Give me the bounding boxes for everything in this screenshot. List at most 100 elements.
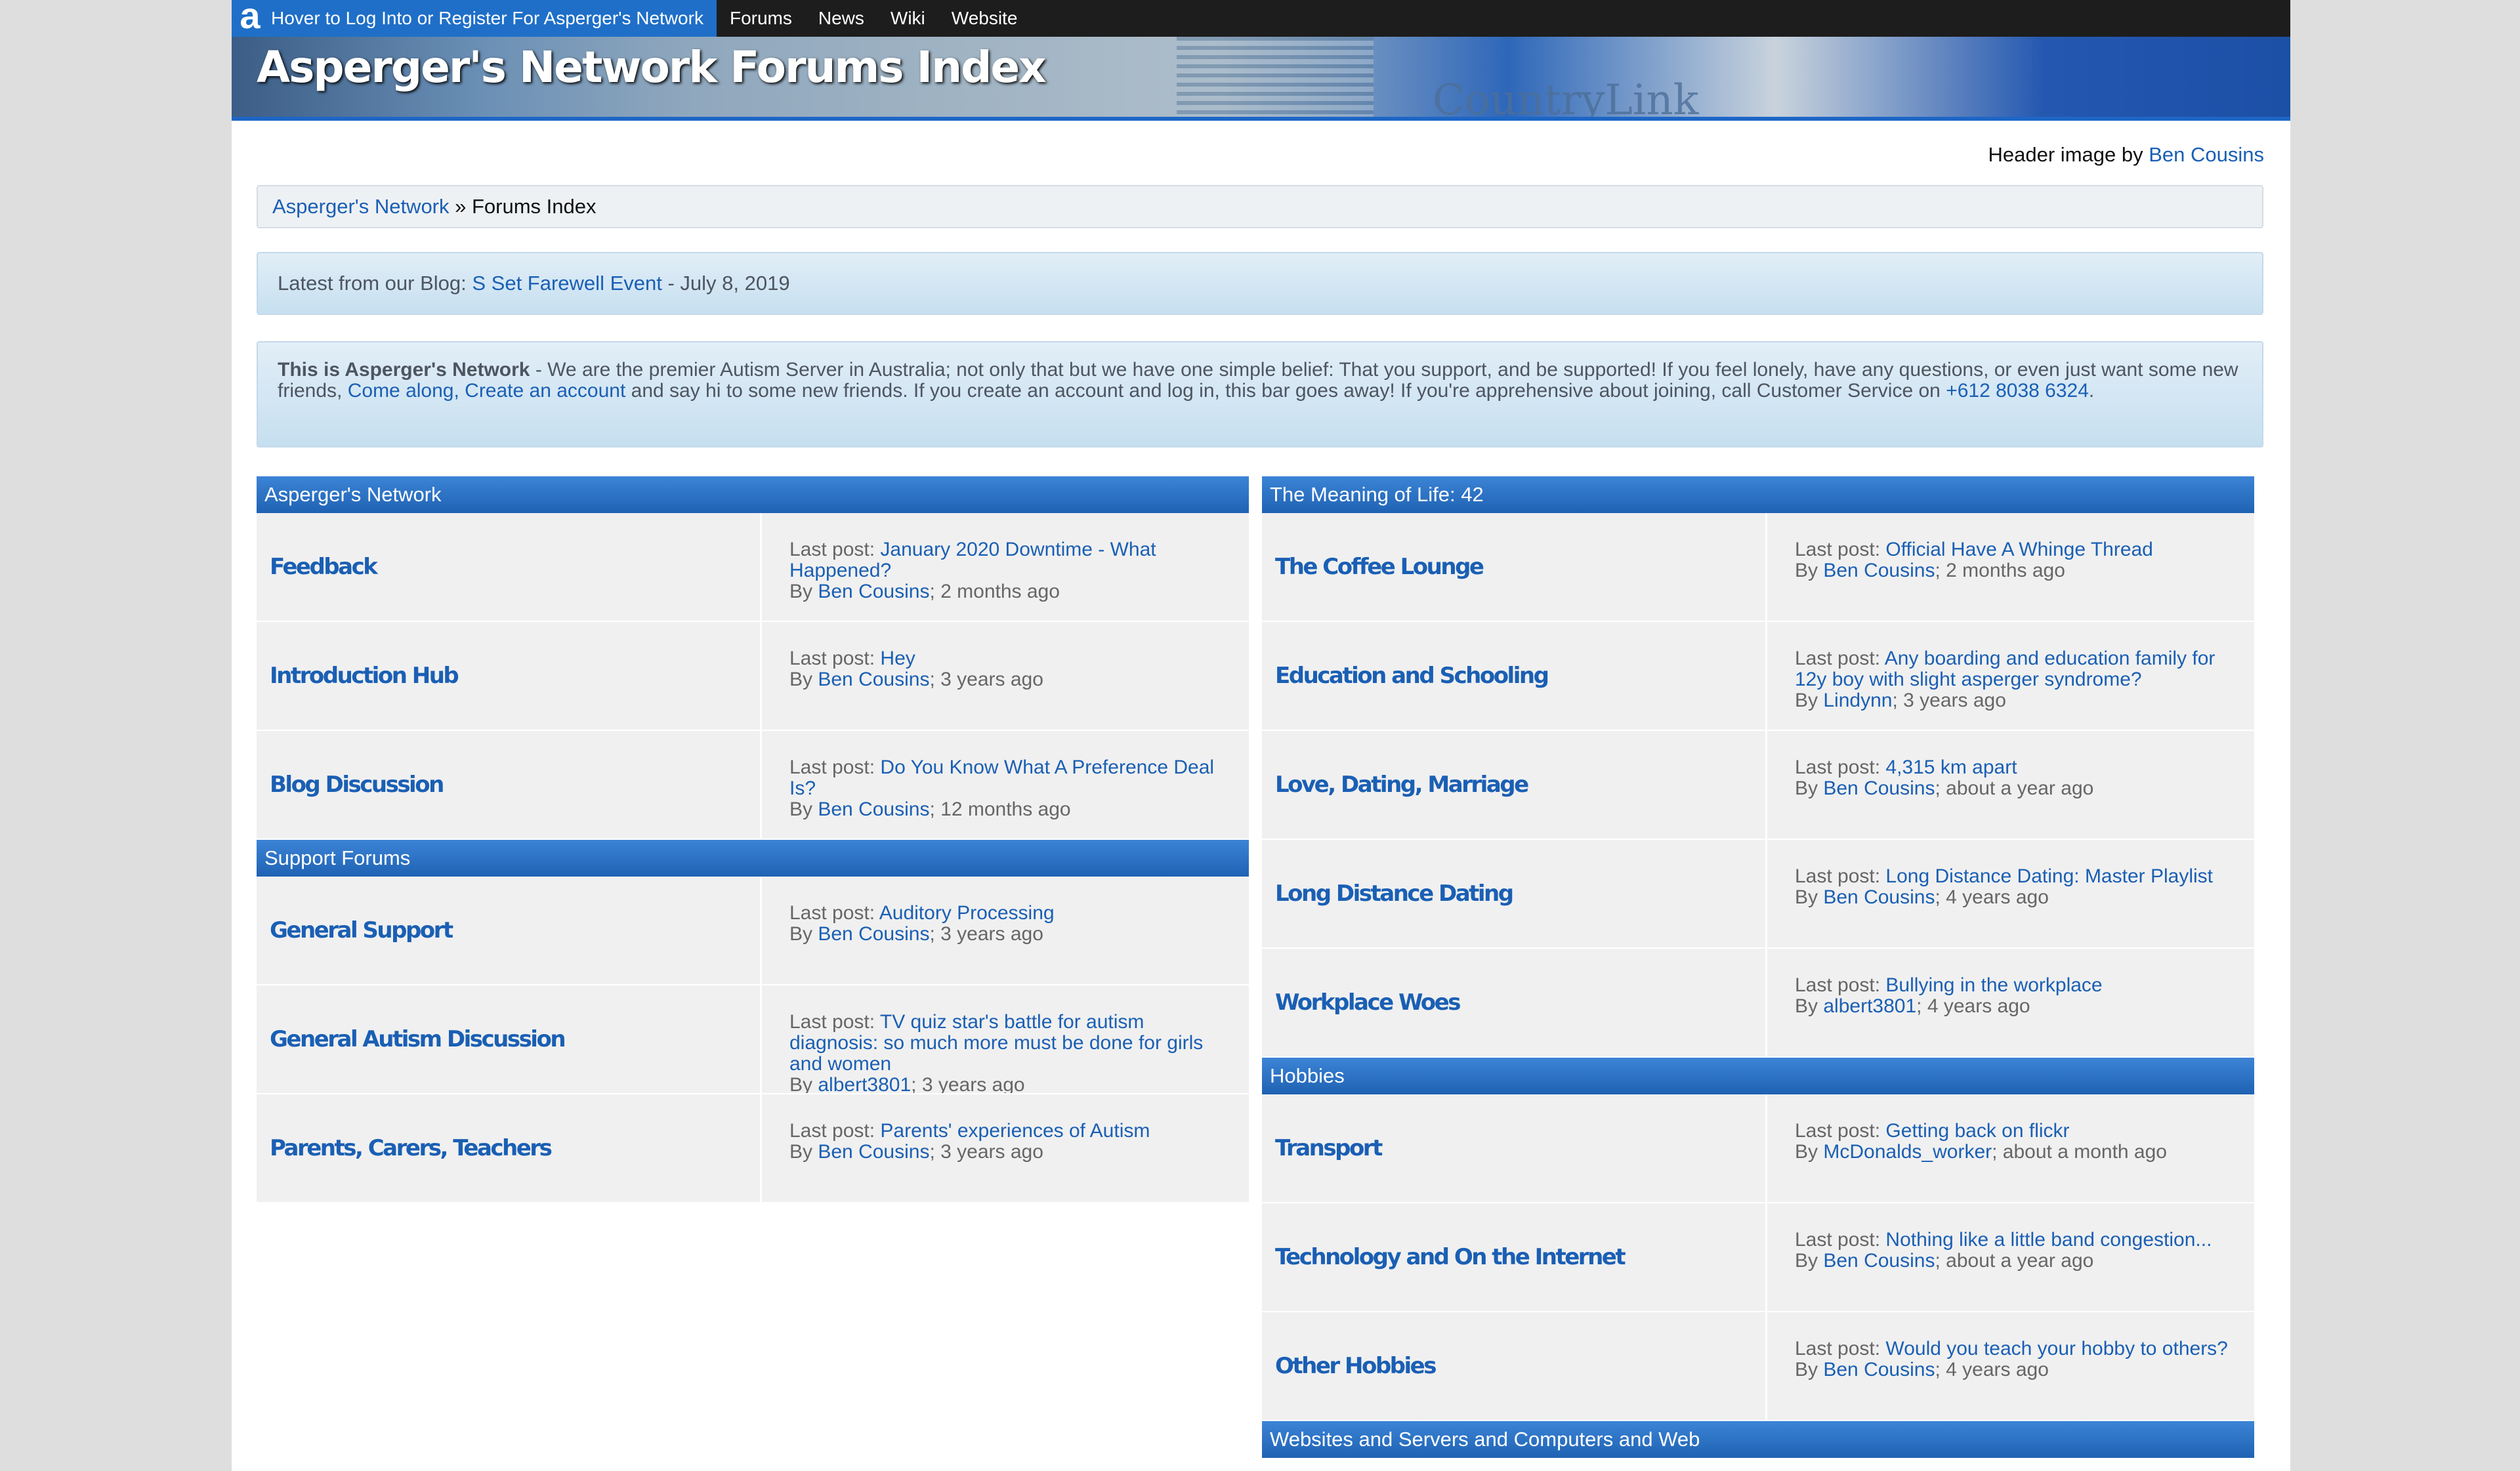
last-post-by-label: By <box>1795 777 1824 799</box>
last-post-label: Last post: <box>789 1120 881 1142</box>
last-post-info: Last post: TV quiz star's battle for aut… <box>762 985 1249 1093</box>
last-post-time: ; 3 years ago <box>1892 690 2006 711</box>
last-post-link[interactable]: Getting back on flickr <box>1885 1120 2069 1142</box>
forum-link-other-hobbies[interactable]: Other Hobbies <box>1262 1312 1767 1420</box>
last-post-info: Last post: January 2020 Downtime - What … <box>762 513 1249 621</box>
last-post-author-link[interactable]: Ben Cousins <box>1823 1359 1935 1380</box>
nav-news-link[interactable]: News <box>805 8 877 29</box>
forum-link-general-autism-discussion[interactable]: General Autism Discussion <box>257 985 762 1093</box>
breadcrumb-home-link[interactable]: Asperger's Network <box>272 195 450 218</box>
section-header-websites-and-servers-and-computers-and-web[interactable]: Websites and Servers and Computers and W… <box>1262 1421 2254 1458</box>
forum-link-love-dating-marriage[interactable]: Love, Dating, Marriage <box>1262 731 1767 839</box>
forum-link-general-support[interactable]: General Support <box>257 877 762 984</box>
forum-row: Workplace Woes Last post: Bullying in the… <box>1262 949 2254 1058</box>
last-post-link[interactable]: Long Distance Dating: Master Playlist <box>1885 865 2213 887</box>
last-post-by-label: By <box>789 1141 818 1163</box>
last-post-link[interactable]: Official Have A Whinge Thread <box>1885 539 2152 560</box>
forum-link-parents-carers-teachers[interactable]: Parents, Carers, Teachers <box>257 1094 762 1202</box>
last-post-label: Last post: <box>789 539 881 560</box>
last-post-label: Last post: <box>1795 974 1886 996</box>
nav-wiki-link[interactable]: Wiki <box>877 8 938 29</box>
forum-link-blog-discussion[interactable]: Blog Discussion <box>257 731 762 839</box>
last-post-author-link[interactable]: Ben Cousins <box>818 669 929 690</box>
last-post-time: ; 4 years ago <box>1935 1359 2049 1380</box>
last-post-link[interactable]: Auditory Processing <box>879 902 1055 924</box>
last-post-time: ; 3 years ago <box>929 923 1043 945</box>
header-banner: CountryLink Asperger's Network Forums In… <box>232 37 2290 121</box>
last-post-by-label: By <box>789 923 818 945</box>
last-post-label: Last post: <box>789 1011 880 1033</box>
forum-row: Parents, Carers, Teachers Last post: Pare… <box>257 1094 1249 1203</box>
last-post-author-link[interactable]: Ben Cousins <box>818 798 929 820</box>
forum-link-long-distance-dating[interactable]: Long Distance Dating <box>1262 840 1767 947</box>
nav-forums-link[interactable]: Forums <box>717 8 805 29</box>
section-header-the-meaning-of-life-42[interactable]: The Meaning of Life: 42 <box>1262 476 2254 513</box>
last-post-author-link[interactable]: Ben Cousins <box>1823 560 1935 581</box>
welcome-title: This is Asperger's Network <box>278 359 530 381</box>
last-post-info: Last post: 4,315 km apart By Ben Cousins;… <box>1767 731 2254 839</box>
last-post-info: Last post: Getting back on flickr By McDo… <box>1767 1094 2254 1202</box>
last-post-link[interactable]: Nothing like a little band congestion... <box>1885 1229 2212 1251</box>
last-post-time: ; 3 years ago <box>911 1074 1025 1094</box>
forum-link-transport[interactable]: Transport <box>1262 1094 1767 1202</box>
blog-post-link[interactable]: S Set Farewell Event <box>472 272 662 295</box>
last-post-label: Last post: <box>789 756 881 778</box>
last-post-link[interactable]: Parents' experiences of Autism <box>880 1120 1150 1142</box>
last-post-author-link[interactable]: Ben Cousins <box>1823 777 1935 799</box>
last-post-author-link[interactable]: Ben Cousins <box>1823 1250 1935 1272</box>
last-post-info: Last post: Bullying in the workplace By a… <box>1767 949 2254 1056</box>
last-post-time: ; 12 months ago <box>929 798 1071 820</box>
last-post-author-link[interactable]: Ben Cousins <box>818 923 929 945</box>
last-post-time: ; 3 years ago <box>929 669 1043 690</box>
forum-row: Technology and On the Internet Last post:… <box>1262 1203 2254 1312</box>
last-post-author-link[interactable]: albert3801 <box>1823 995 1916 1017</box>
blog-notice: Latest from our Blog: S Set Farewell Eve… <box>257 252 2263 315</box>
banner-image-detail <box>1177 37 1374 121</box>
last-post-link[interactable]: Bullying in the workplace <box>1885 974 2102 996</box>
header-credit-author-link[interactable]: Ben Cousins <box>2149 143 2264 166</box>
login-register-link[interactable]: Hover to Log Into or Register For Asperg… <box>268 0 717 37</box>
forum-link-education-and-schooling[interactable]: Education and Schooling <box>1262 622 1767 730</box>
last-post-author-link[interactable]: Ben Cousins <box>818 581 929 602</box>
last-post-author-link[interactable]: Ben Cousins <box>818 1141 929 1163</box>
forum-row: Introduction Hub Last post: Hey By Ben Cou… <box>257 622 1249 731</box>
welcome-text-3: . <box>2088 380 2095 402</box>
last-post-info: Last post: Long Distance Dating: Master … <box>1767 840 2254 947</box>
last-post-time: ; about a year ago <box>1935 777 2094 799</box>
nav-website-link[interactable]: Website <box>938 8 1031 29</box>
last-post-time: ; about a year ago <box>1935 1250 2094 1272</box>
create-account-link[interactable]: Come along, Create an account <box>348 380 626 402</box>
last-post-time: ; 4 years ago <box>1916 995 2030 1017</box>
banner-background-text: CountryLink <box>1433 76 1699 121</box>
last-post-link[interactable]: 4,315 km apart <box>1885 756 2017 778</box>
welcome-notice: This is Asperger's Network - We are the … <box>257 341 2263 447</box>
last-post-author-link[interactable]: Ben Cousins <box>1823 886 1935 908</box>
forum-link-workplace-woes[interactable]: Workplace Woes <box>1262 949 1767 1056</box>
section-header-asperger-s-network[interactable]: Asperger's Network <box>257 476 1249 513</box>
forum-link-the-coffee-lounge[interactable]: The Coffee Lounge <box>1262 513 1767 621</box>
forum-link-introduction-hub[interactable]: Introduction Hub <box>257 622 762 730</box>
header-credit-label: Header image by <box>1988 143 2143 166</box>
breadcrumb-current: Forums Index <box>471 195 597 218</box>
last-post-link[interactable]: Would you teach your hobby to others? <box>1885 1338 2227 1359</box>
site-logo-icon[interactable]: a <box>232 0 268 37</box>
forum-column-right: The Meaning of Life: 42 The Coffee Lounge… <box>1262 476 2254 1458</box>
customer-service-phone-link[interactable]: +612 8038 6324 <box>1946 380 2089 402</box>
last-post-label: Last post: <box>1795 539 1886 560</box>
forum-row: Love, Dating, Marriage Last post: 4,315 k… <box>1262 731 2254 840</box>
last-post-info: Last post: Auditory Processing By Ben Cou… <box>762 877 1249 984</box>
blog-prefix: Latest from our Blog: <box>278 272 472 295</box>
section-header-hobbies[interactable]: Hobbies <box>1262 1058 2254 1094</box>
last-post-time: ; 2 months ago <box>929 581 1060 602</box>
last-post-label: Last post: <box>789 648 881 669</box>
last-post-author-link[interactable]: albert3801 <box>818 1074 911 1094</box>
last-post-author-link[interactable]: McDonalds_worker <box>1823 1141 1992 1163</box>
last-post-by-label: By <box>789 581 818 602</box>
last-post-author-link[interactable]: Lindynn <box>1823 690 1892 711</box>
last-post-by-label: By <box>1795 690 1824 711</box>
section-header-support-forums[interactable]: Support Forums <box>257 840 1249 877</box>
last-post-link[interactable]: Hey <box>880 648 915 669</box>
last-post-by-label: By <box>789 669 818 690</box>
forum-link-technology-and-on-the-internet[interactable]: Technology and On the Internet <box>1262 1203 1767 1311</box>
forum-link-feedback[interactable]: Feedback <box>257 513 762 621</box>
